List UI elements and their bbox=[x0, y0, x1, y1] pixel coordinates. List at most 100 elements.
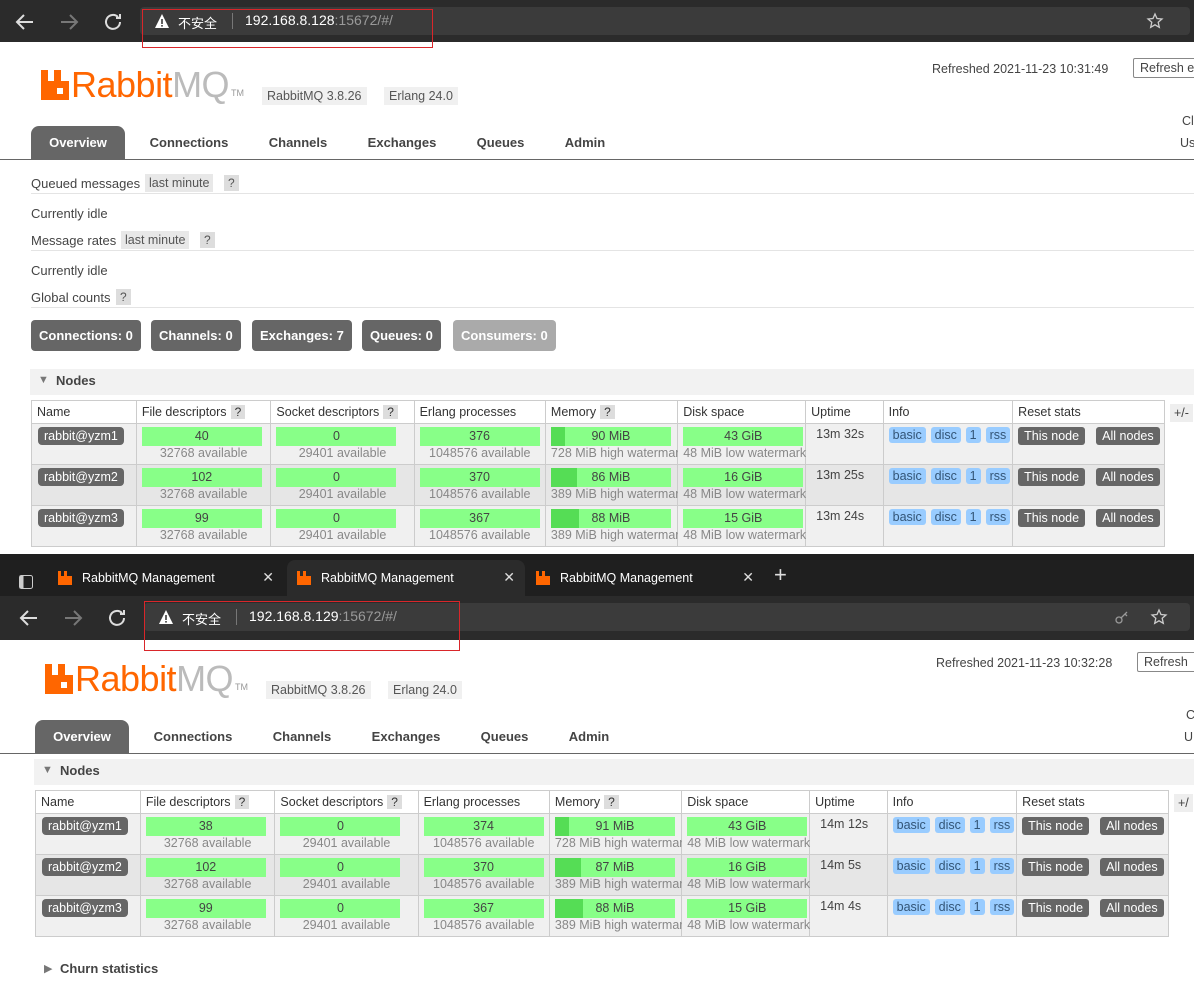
node-name-link[interactable]: rabbit@yzm1 bbox=[38, 427, 124, 445]
memory-bar-fill bbox=[550, 427, 566, 446]
browser-tab-1[interactable]: RabbitMQ Management ✕ bbox=[48, 560, 284, 596]
nodes-section-header[interactable]: ▼ Nodes bbox=[34, 759, 1194, 785]
erlang-processes-bar: 367 bbox=[423, 899, 544, 918]
tab-overview[interactable]: Overview bbox=[35, 720, 129, 753]
info-tag-rss[interactable]: rss bbox=[989, 899, 1015, 915]
tab-connections[interactable]: Connections bbox=[141, 720, 245, 753]
node-name-link[interactable]: rabbit@yzm2 bbox=[38, 468, 124, 486]
reload-icon[interactable] bbox=[101, 10, 125, 34]
tab-channels[interactable]: Channels bbox=[259, 720, 345, 753]
tab-admin[interactable]: Admin bbox=[556, 720, 622, 753]
queued-range-select[interactable]: last minute bbox=[145, 174, 214, 192]
node-name-link[interactable]: rabbit@yzm1 bbox=[42, 817, 128, 835]
reset-this-node-button[interactable]: This node bbox=[1018, 427, 1086, 445]
info-tag-rss[interactable]: rss bbox=[985, 427, 1011, 443]
rates-range-select[interactable]: last minute bbox=[121, 231, 190, 249]
table-cell: 14m 4s bbox=[809, 895, 888, 937]
queues-count[interactable]: Queues: 0 bbox=[362, 320, 441, 351]
info-tag-basic[interactable]: basic bbox=[892, 858, 930, 874]
new-tab-button[interactable]: + bbox=[774, 562, 787, 588]
column-help-button[interactable]: ? bbox=[383, 405, 398, 419]
channels-count[interactable]: Channels: 0 bbox=[151, 320, 241, 351]
tab-close-icon[interactable]: ✕ bbox=[742, 569, 754, 586]
reset-this-node-button[interactable]: This node bbox=[1022, 858, 1090, 876]
info-tag-count[interactable]: 1 bbox=[965, 468, 981, 484]
browser-tab-2-active[interactable]: RabbitMQ Management ✕ bbox=[287, 560, 525, 596]
back-arrow-icon[interactable] bbox=[13, 10, 37, 34]
tab-channels[interactable]: Channels bbox=[255, 126, 341, 159]
nodes-section-header[interactable]: ▼ Nodes bbox=[30, 369, 1194, 395]
table-cell: 38 32768 available bbox=[139, 813, 276, 855]
reset-this-node-button[interactable]: This node bbox=[1018, 509, 1086, 527]
tab-queues[interactable]: Queues bbox=[467, 720, 542, 753]
favorite-star-icon[interactable] bbox=[1146, 12, 1164, 30]
info-tag-rss[interactable]: rss bbox=[989, 817, 1015, 833]
tab-exchanges[interactable]: Exchanges bbox=[359, 720, 453, 753]
column-help-button[interactable]: ? bbox=[387, 795, 402, 809]
rates-help-button[interactable]: ? bbox=[200, 232, 215, 248]
info-tag-basic[interactable]: basic bbox=[888, 509, 926, 525]
info-tag-rss[interactable]: rss bbox=[985, 509, 1011, 525]
info-tag-rss[interactable]: rss bbox=[985, 468, 1011, 484]
back-arrow-icon[interactable] bbox=[17, 606, 41, 630]
column-help-button[interactable]: ? bbox=[230, 405, 246, 419]
info-tag-disc[interactable]: disc bbox=[934, 817, 965, 833]
info-tag-count[interactable]: 1 bbox=[969, 858, 985, 874]
reset-all-nodes-button[interactable]: All nodes bbox=[1100, 858, 1164, 876]
tab-exchanges[interactable]: Exchanges bbox=[355, 126, 449, 159]
tab-close-icon[interactable]: ✕ bbox=[262, 569, 274, 586]
reset-all-nodes-button[interactable]: All nodes bbox=[1096, 468, 1160, 486]
favorite-star-icon[interactable] bbox=[1150, 608, 1168, 626]
info-tag-count[interactable]: 1 bbox=[969, 817, 985, 833]
info-tag-disc[interactable]: disc bbox=[934, 899, 965, 915]
tab-admin[interactable]: Admin bbox=[552, 126, 618, 159]
reload-icon[interactable] bbox=[105, 606, 129, 630]
info-tag-disc[interactable]: disc bbox=[930, 509, 961, 525]
reset-all-nodes-button[interactable]: All nodes bbox=[1096, 427, 1160, 445]
node-name-link[interactable]: rabbit@yzm3 bbox=[42, 899, 128, 917]
node-name-link[interactable]: rabbit@yzm2 bbox=[42, 858, 128, 876]
info-tag-count[interactable]: 1 bbox=[969, 899, 985, 915]
info-tag-rss[interactable]: rss bbox=[989, 858, 1015, 874]
key-icon[interactable] bbox=[1114, 609, 1130, 625]
forward-arrow-icon[interactable] bbox=[57, 10, 81, 34]
info-tag-disc[interactable]: disc bbox=[934, 858, 965, 874]
reset-all-nodes-button[interactable]: All nodes bbox=[1100, 899, 1164, 917]
tab-actions-icon[interactable] bbox=[18, 574, 34, 590]
tab-queues[interactable]: Queues bbox=[463, 126, 538, 159]
info-tag-basic[interactable]: basic bbox=[888, 427, 926, 443]
info-tag-basic[interactable]: basic bbox=[888, 468, 926, 484]
reset-all-nodes-button[interactable]: All nodes bbox=[1096, 509, 1160, 527]
churn-statistics-header[interactable]: Churn statistics bbox=[60, 961, 158, 976]
global-counts-help-button[interactable]: ? bbox=[116, 289, 131, 305]
columns-toggle-button[interactable]: +/ bbox=[1174, 794, 1193, 812]
info-tag-basic[interactable]: basic bbox=[892, 899, 930, 915]
forward-arrow-icon[interactable] bbox=[61, 606, 85, 630]
reset-all-nodes-button[interactable]: All nodes bbox=[1100, 817, 1164, 835]
column-help-button[interactable]: ? bbox=[604, 795, 619, 809]
connections-count[interactable]: Connections: 0 bbox=[31, 320, 141, 351]
node-name-link[interactable]: rabbit@yzm3 bbox=[38, 509, 124, 527]
expand-arrow-icon[interactable]: ▶ bbox=[44, 962, 52, 975]
table-cell: 367 1048576 available bbox=[417, 895, 550, 937]
consumers-count[interactable]: Consumers: 0 bbox=[453, 320, 556, 351]
info-tag-basic[interactable]: basic bbox=[892, 817, 930, 833]
reset-this-node-button[interactable]: This node bbox=[1022, 817, 1090, 835]
refresh-select[interactable]: Refresh e bbox=[1133, 58, 1194, 78]
queued-help-button[interactable]: ? bbox=[224, 175, 239, 191]
info-tag-count[interactable]: 1 bbox=[965, 427, 981, 443]
refresh-select[interactable]: Refresh bbox=[1137, 652, 1194, 672]
exchanges-count[interactable]: Exchanges: 7 bbox=[252, 320, 352, 351]
column-help-button[interactable]: ? bbox=[600, 405, 615, 419]
reset-this-node-button[interactable]: This node bbox=[1018, 468, 1086, 486]
reset-this-node-button[interactable]: This node bbox=[1022, 899, 1090, 917]
info-tag-disc[interactable]: disc bbox=[930, 427, 961, 443]
columns-toggle-button[interactable]: +/- bbox=[1170, 404, 1193, 422]
tab-overview[interactable]: Overview bbox=[31, 126, 125, 159]
tab-connections[interactable]: Connections bbox=[137, 126, 241, 159]
column-help-button[interactable]: ? bbox=[234, 795, 250, 809]
browser-tab-3[interactable]: RabbitMQ Management ✕ bbox=[526, 560, 764, 596]
tab-close-icon[interactable]: ✕ bbox=[503, 569, 515, 586]
info-tag-count[interactable]: 1 bbox=[965, 509, 981, 525]
info-tag-disc[interactable]: disc bbox=[930, 468, 961, 484]
